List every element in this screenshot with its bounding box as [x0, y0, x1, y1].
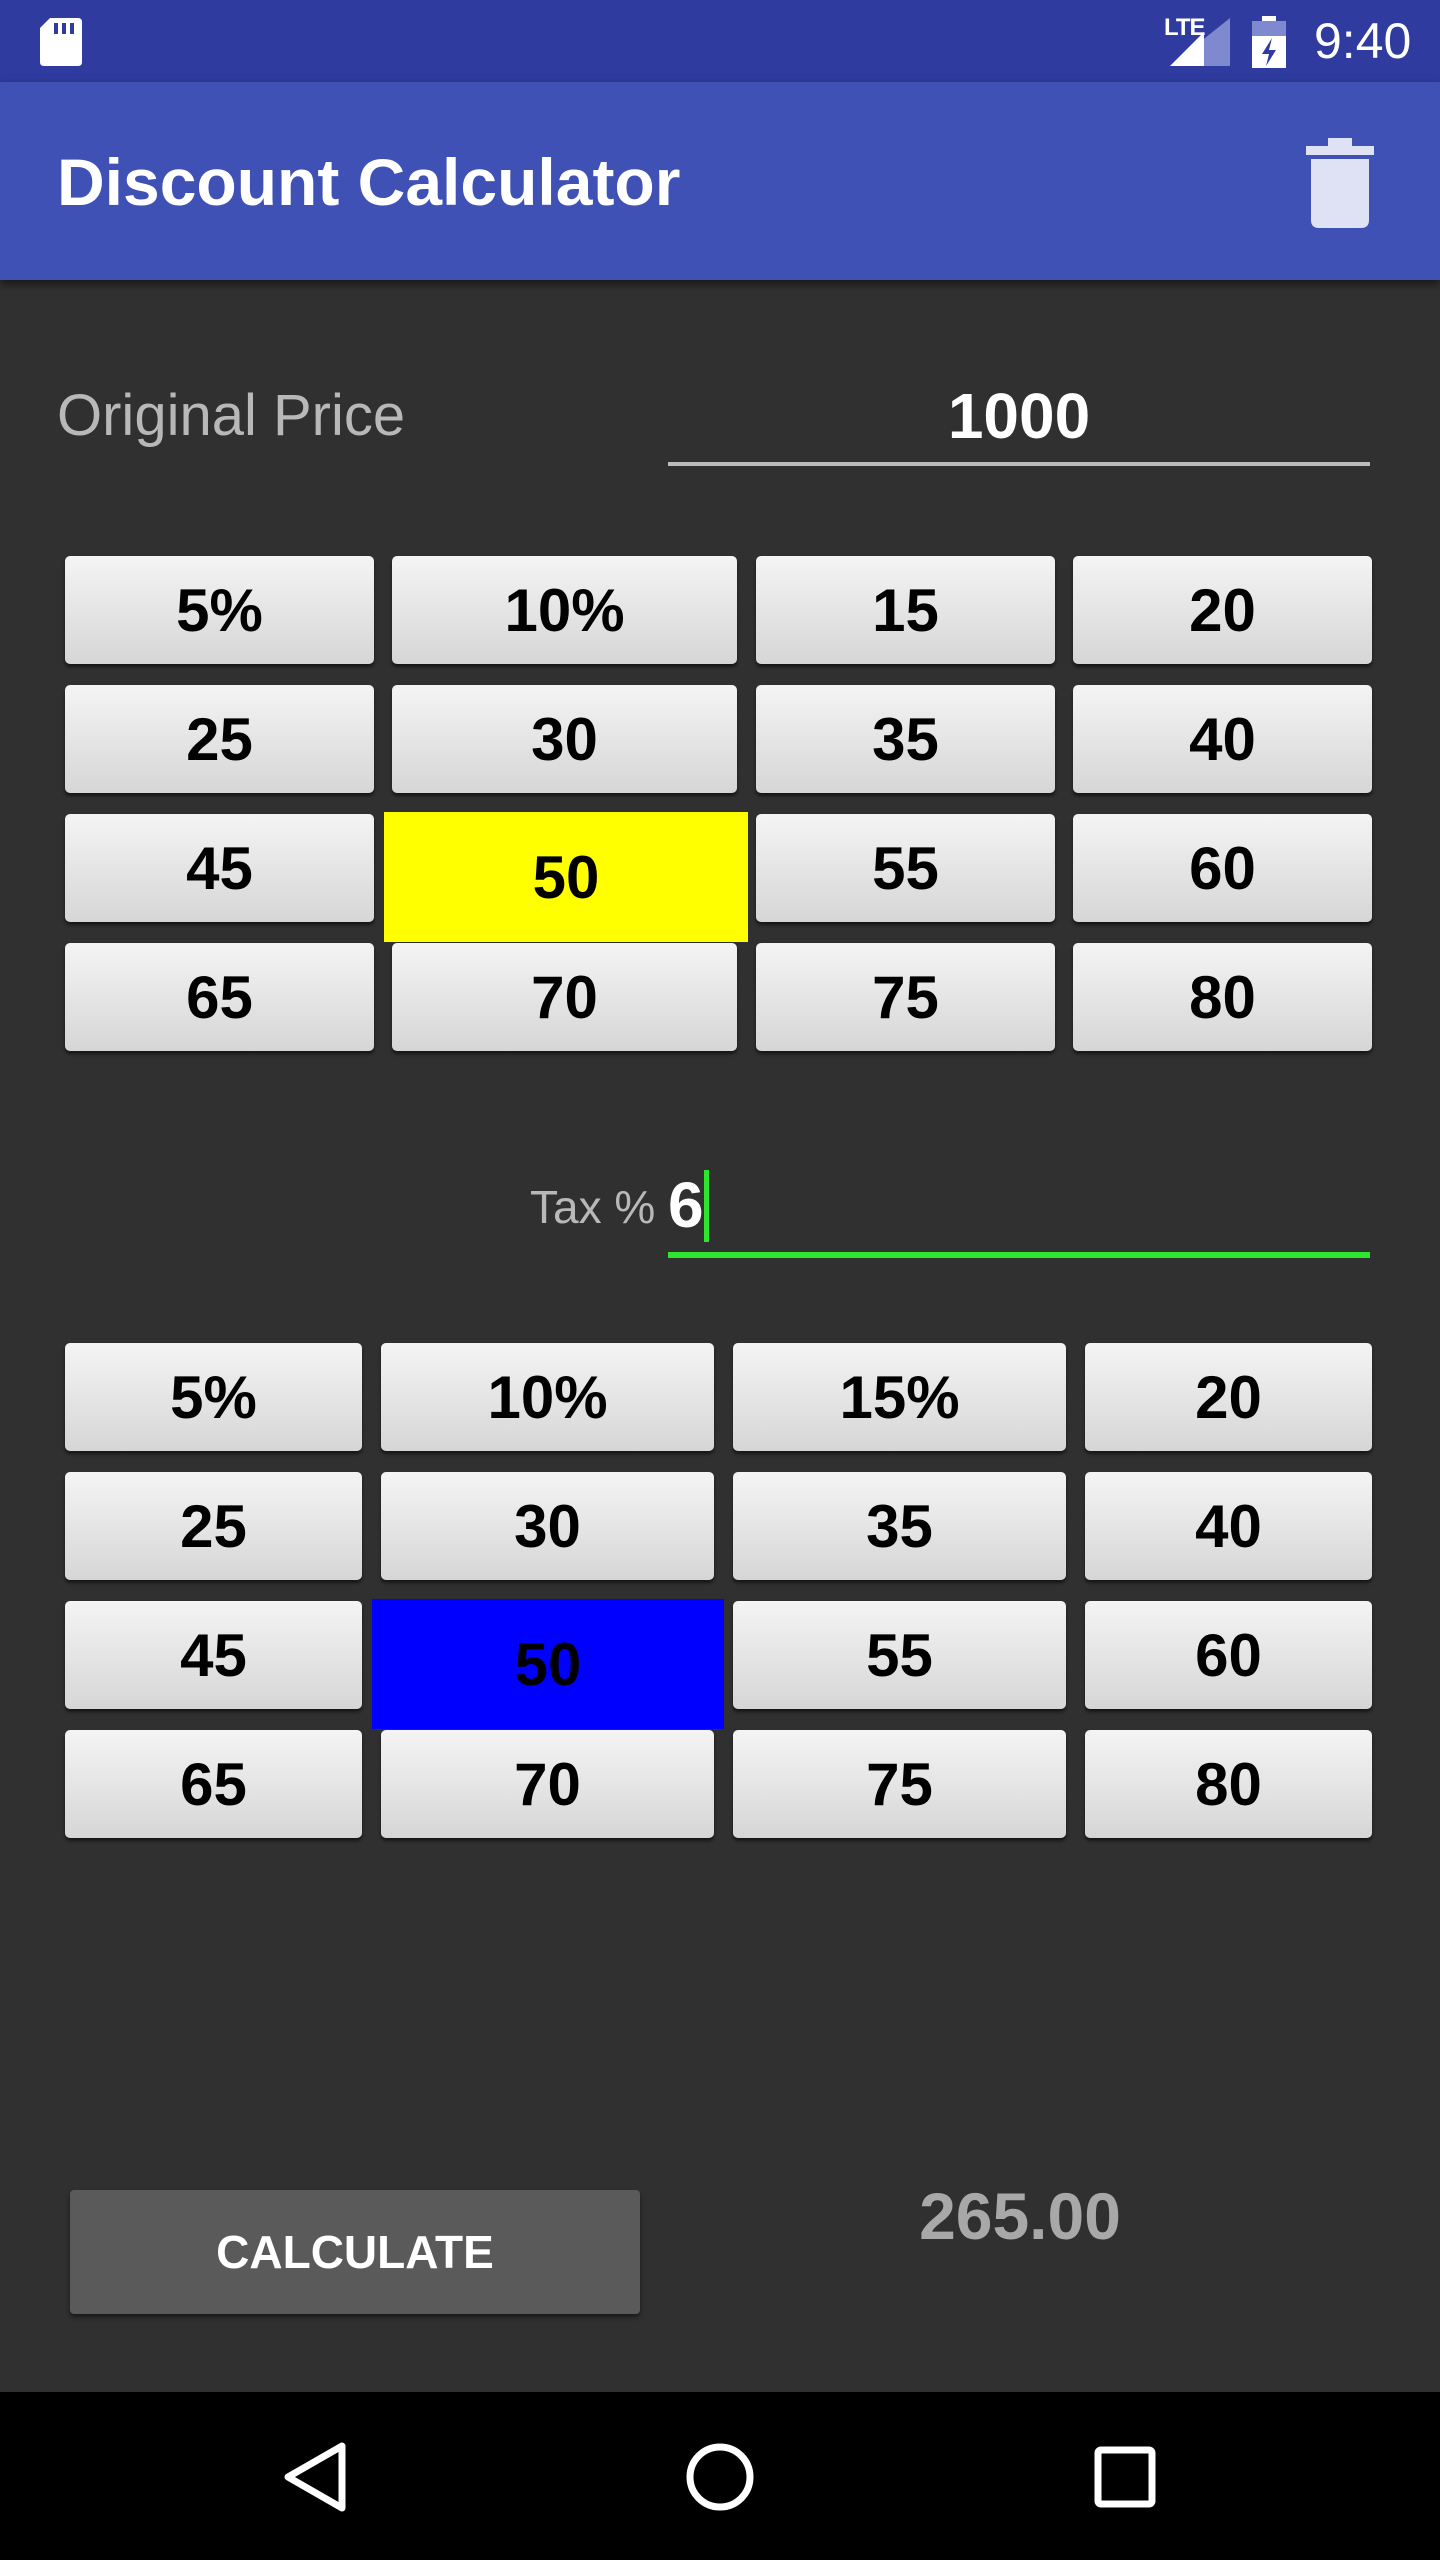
original-price-input[interactable]: [668, 370, 1370, 466]
tax-button-60[interactable]: 60: [1085, 1601, 1372, 1709]
text-cursor: [704, 1170, 709, 1242]
original-price-label: Original Price: [57, 383, 406, 448]
discount-button-55[interactable]: 55: [756, 814, 1055, 922]
tax-button-80[interactable]: 80: [1085, 1730, 1372, 1838]
recents-icon[interactable]: [1080, 2432, 1170, 2522]
tax-button-20[interactable]: 20: [1085, 1343, 1372, 1451]
signal-icon: [1170, 18, 1230, 66]
discount-button-65[interactable]: 65: [65, 943, 374, 1051]
battery-icon: [1252, 16, 1286, 68]
discount-button-10[interactable]: 10%: [392, 556, 737, 664]
discount-button-75[interactable]: 75: [756, 943, 1055, 1051]
discount-button-15[interactable]: 15: [756, 556, 1055, 664]
trash-icon[interactable]: [1306, 138, 1374, 228]
tax-button-55[interactable]: 55: [733, 1601, 1066, 1709]
tax-button-70[interactable]: 70: [381, 1730, 714, 1838]
result-value: 265.00: [919, 2179, 1121, 2253]
discount-button-25[interactable]: 25: [65, 685, 374, 793]
discount-button-70[interactable]: 70: [392, 943, 737, 1051]
discount-button-50-selected[interactable]: 50: [384, 812, 748, 942]
tax-button-10[interactable]: 10%: [381, 1343, 714, 1451]
discount-button-30[interactable]: 30: [392, 685, 737, 793]
tax-button-35[interactable]: 35: [733, 1472, 1066, 1580]
calculate-button[interactable]: CALCULATE: [70, 2190, 640, 2314]
tax-value: 6: [668, 1169, 704, 1241]
tax-button-30[interactable]: 30: [381, 1472, 714, 1580]
home-icon[interactable]: [675, 2432, 765, 2522]
tax-input[interactable]: 6: [668, 1162, 1370, 1258]
discount-button-40[interactable]: 40: [1073, 685, 1372, 793]
tax-button-25[interactable]: 25: [65, 1472, 362, 1580]
tax-button-50-selected[interactable]: 50: [372, 1599, 724, 1729]
tax-label: Tax %: [530, 1181, 656, 1233]
clock: 9:40: [1314, 13, 1412, 69]
tax-button-40[interactable]: 40: [1085, 1472, 1372, 1580]
tax-button-65[interactable]: 65: [65, 1730, 362, 1838]
app-bar: Discount Calculator: [0, 82, 1440, 280]
tax-button-15[interactable]: 15%: [733, 1343, 1066, 1451]
tax-button-5[interactable]: 5%: [65, 1343, 362, 1451]
discount-button-80[interactable]: 80: [1073, 943, 1372, 1051]
discount-button-60[interactable]: 60: [1073, 814, 1372, 922]
tax-button-45[interactable]: 45: [65, 1601, 362, 1709]
discount-button-20[interactable]: 20: [1073, 556, 1372, 664]
tax-button-75[interactable]: 75: [733, 1730, 1066, 1838]
back-icon[interactable]: [270, 2432, 360, 2522]
discount-button-45[interactable]: 45: [65, 814, 374, 922]
discount-button-5[interactable]: 5%: [65, 556, 374, 664]
app-title: Discount Calculator: [57, 145, 681, 219]
discount-button-35[interactable]: 35: [756, 685, 1055, 793]
navigation-bar: [0, 2392, 1440, 2560]
status-bar: LTE 9:40: [0, 0, 1440, 82]
sd-card-icon: [40, 18, 82, 66]
